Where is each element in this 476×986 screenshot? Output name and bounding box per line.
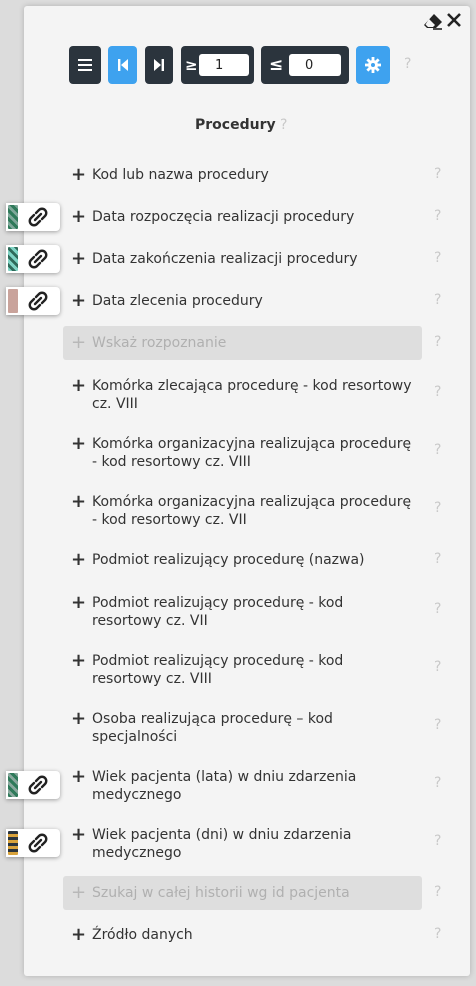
item-label: Kod lub nazwa procedury — [92, 167, 269, 183]
toolbar-help-icon[interactable]: ? — [404, 56, 411, 72]
add-icon: + — [71, 824, 87, 845]
item-label: Podmiot realizujący procedurę - kod reso… — [92, 595, 344, 629]
color-swatch — [8, 289, 18, 313]
min-count-input[interactable]: 1 — [199, 54, 249, 76]
item-label: Osoba realizująca procedurę – kod specja… — [92, 711, 333, 745]
item-label: Wiek pacjenta (lata) w dniu zdarzenia me… — [92, 769, 357, 803]
add-icon: + — [71, 248, 87, 269]
skip-last-icon — [154, 59, 164, 71]
item-label: Wskaż rozpoznanie — [92, 335, 227, 351]
help-icon[interactable]: ? — [434, 384, 441, 400]
color-swatch — [8, 247, 18, 271]
link-tab[interactable] — [6, 245, 60, 273]
add-icon: + — [71, 924, 87, 945]
link-tab[interactable] — [6, 203, 60, 231]
item-label: Data zlecenia procedury — [92, 293, 263, 309]
add-icon: + — [71, 332, 87, 353]
color-swatch — [8, 831, 18, 855]
help-icon[interactable]: ? — [434, 250, 441, 266]
link-tab[interactable] — [6, 287, 60, 315]
help-icon[interactable]: ? — [434, 884, 441, 900]
gear-icon — [365, 57, 381, 73]
eraser-icon[interactable] — [423, 12, 443, 30]
help-icon[interactable]: ? — [434, 551, 441, 567]
help-icon[interactable]: ? — [434, 926, 441, 942]
menu-button[interactable] — [69, 46, 101, 84]
add-icon: + — [71, 592, 87, 613]
max-count-filter: ≤ 0 — [261, 46, 349, 84]
section-title: Procedury — [195, 117, 276, 133]
help-icon[interactable]: ? — [434, 500, 441, 516]
item-label: Data zakończenia realizacji procedury — [92, 251, 358, 267]
skip-last-button[interactable] — [145, 46, 173, 84]
item-label: Wiek pacjenta (dni) w dniu zdarzenia med… — [92, 827, 352, 861]
add-icon: + — [71, 164, 87, 185]
le-symbol: ≤ — [269, 55, 284, 75]
link-icon — [28, 775, 48, 795]
link-tab[interactable] — [6, 771, 60, 799]
item-label: Komórka organizacyjna realizująca proced… — [92, 494, 412, 528]
add-icon: + — [71, 650, 87, 671]
list-item-disabled: + Szukaj w całej historii wg id pacjenta — [63, 876, 422, 910]
help-icon[interactable]: ? — [434, 334, 441, 350]
help-icon[interactable]: ? — [434, 717, 441, 733]
add-icon: + — [71, 433, 87, 454]
help-icon[interactable]: ? — [434, 292, 441, 308]
link-icon — [28, 291, 48, 311]
close-icon[interactable] — [446, 10, 462, 30]
settings-button[interactable] — [356, 46, 390, 84]
section-help-icon[interactable]: ? — [280, 117, 287, 133]
add-icon: + — [71, 708, 87, 729]
skip-first-icon — [117, 59, 128, 71]
link-icon — [28, 833, 48, 853]
help-icon[interactable]: ? — [434, 833, 441, 849]
link-tab[interactable] — [6, 829, 60, 857]
item-label: Podmiot realizujący procedurę - kod reso… — [92, 653, 344, 687]
ge-symbol: ≥ — [185, 56, 198, 74]
add-icon: + — [71, 766, 87, 787]
link-icon — [28, 207, 48, 227]
list-item-disabled: + Wskaż rozpoznanie — [63, 326, 422, 360]
color-swatch — [8, 205, 18, 229]
help-icon[interactable]: ? — [434, 775, 441, 791]
help-icon[interactable]: ? — [434, 659, 441, 675]
skip-first-button[interactable] — [108, 46, 137, 84]
item-label: Źródło danych — [92, 927, 193, 943]
help-icon[interactable]: ? — [434, 166, 441, 182]
min-count-filter: ≥ 1 — [181, 46, 254, 84]
link-icon — [28, 249, 48, 269]
help-icon[interactable]: ? — [434, 208, 441, 224]
item-label: Podmiot realizujący procedurę (nazwa) — [92, 552, 365, 568]
add-icon: + — [71, 491, 87, 512]
add-icon: + — [71, 882, 87, 903]
menu-icon — [78, 59, 92, 71]
item-label: Szukaj w całej historii wg id pacjenta — [92, 885, 350, 901]
item-label: Data rozpoczęcia realizacji procedury — [92, 209, 355, 225]
add-icon: + — [71, 290, 87, 311]
help-icon[interactable]: ? — [434, 442, 441, 458]
color-swatch — [8, 773, 18, 797]
item-label: Komórka organizacyjna realizująca proced… — [92, 436, 412, 470]
add-icon: + — [71, 206, 87, 227]
add-icon: + — [71, 549, 87, 570]
add-icon: + — [71, 375, 87, 396]
item-label: Komórka zlecająca procedurę - kod resort… — [92, 378, 412, 412]
help-icon[interactable]: ? — [434, 601, 441, 617]
max-count-input[interactable]: 0 — [289, 54, 341, 76]
